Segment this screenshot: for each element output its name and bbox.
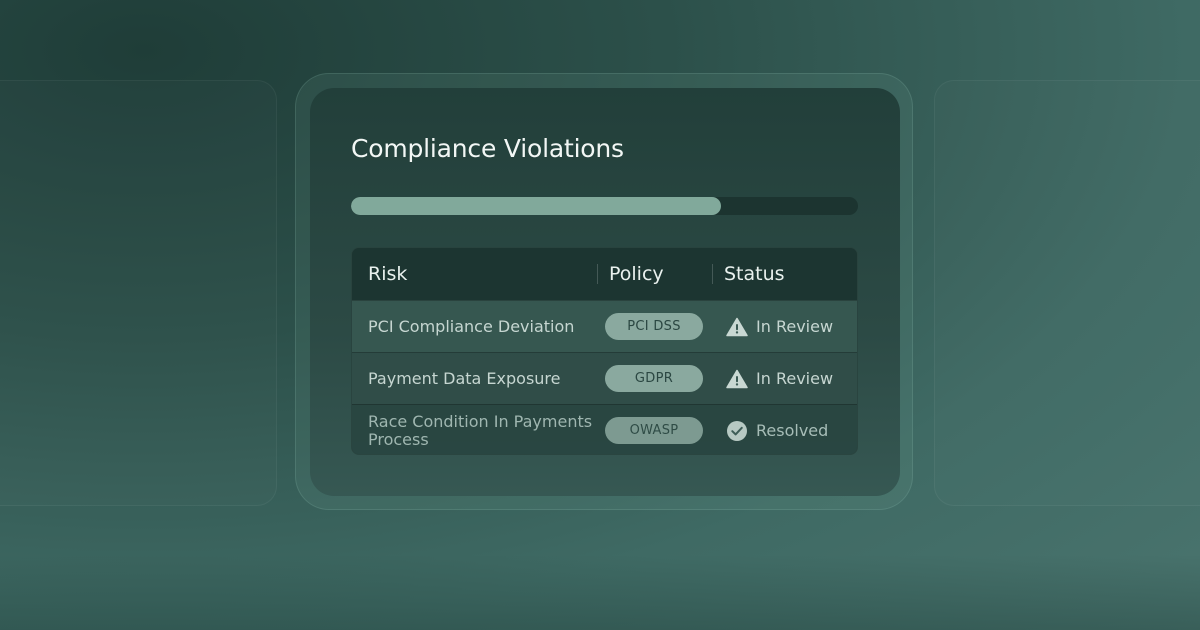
compliance-card: Compliance Violations Risk Policy Status… xyxy=(310,88,900,496)
side-card-left xyxy=(0,80,277,506)
policy-badge: OWASP xyxy=(605,417,703,444)
side-card-right xyxy=(934,80,1200,506)
violations-table: Risk Policy Status PCI Compliance Deviat… xyxy=(351,247,858,455)
column-divider xyxy=(597,264,598,284)
policy-badge: GDPR xyxy=(605,365,703,392)
status-label: In Review xyxy=(756,369,834,388)
warning-icon xyxy=(726,368,748,390)
column-divider xyxy=(712,264,713,284)
table-row[interactable]: Race Condition In Payments Process OWASP… xyxy=(352,404,857,454)
table-row[interactable]: Payment Data Exposure GDPR In Review xyxy=(352,352,857,404)
column-header-policy[interactable]: Policy xyxy=(609,262,664,286)
status-label: In Review xyxy=(756,317,834,336)
card-title: Compliance Violations xyxy=(351,134,624,163)
status-cell: Resolved xyxy=(726,405,829,454)
policy-badge: PCI DSS xyxy=(605,313,703,340)
status-cell: In Review xyxy=(726,353,833,404)
risk-cell: PCI Compliance Deviation xyxy=(368,316,575,336)
check-circle-icon xyxy=(726,420,748,442)
risk-cell: Race Condition In Payments Process xyxy=(368,411,593,449)
progress-fill xyxy=(351,197,722,215)
table-header: Risk Policy Status xyxy=(352,248,857,300)
status-label: Resolved xyxy=(756,421,829,440)
warning-icon xyxy=(726,316,748,338)
column-header-risk[interactable]: Risk xyxy=(368,262,407,286)
table-row[interactable]: PCI Compliance Deviation PCI DSS In Revi… xyxy=(352,300,857,352)
risk-cell: Payment Data Exposure xyxy=(368,368,561,388)
status-cell: In Review xyxy=(726,301,833,352)
progress-bar xyxy=(351,197,858,215)
column-header-status[interactable]: Status xyxy=(724,262,785,286)
